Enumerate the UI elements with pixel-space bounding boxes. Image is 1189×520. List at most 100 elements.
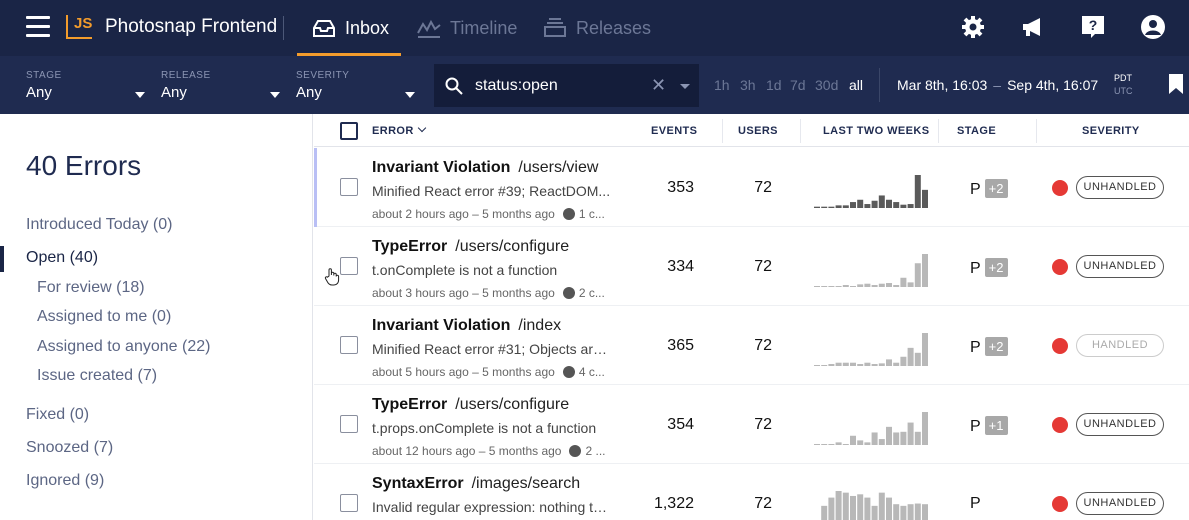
menu-icon[interactable] [26,16,50,38]
severity-dot [1052,180,1068,196]
search-icon [445,77,463,95]
stage-value: P [970,418,981,435]
trend-bar [814,286,820,287]
tab-label: Inbox [345,17,390,38]
column-stage[interactable]: STAGE [957,125,996,137]
table-row[interactable]: Invariant Violation/index Minified React … [314,306,1189,385]
trend-bar [914,503,921,520]
release-filter[interactable]: RELEASE Any [161,70,281,101]
table-row[interactable]: Invariant Violation/users/view Minified R… [314,148,1189,227]
tab-timeline[interactable]: Timeline [416,0,517,56]
severity-filter[interactable]: SEVERITY Any [296,70,416,101]
trend-sparkline [814,175,928,208]
time-range-30d[interactable]: 30d [815,77,838,93]
date-range[interactable]: Mar 8th, 16:03– Sep 4th, 16:07 [897,77,1098,93]
trend-bar [878,283,885,287]
error-title[interactable]: TypeError/users/configure [372,396,569,414]
error-title[interactable]: Invariant Violation/index [372,317,561,335]
column-error[interactable]: ERROR [372,123,426,137]
trend-bar [886,426,892,445]
divider [800,119,801,143]
trend-bar [871,200,878,208]
trend-bar [821,505,828,520]
tab-releases[interactable]: Releases [542,0,651,56]
trend-bar [871,432,878,445]
sidebar-item-issue-created[interactable]: Issue created (7) [37,367,157,385]
timezone-utc[interactable]: UTC [1114,85,1133,98]
search-input[interactable]: status:open ✕ [434,64,699,107]
error-context: /images/search [471,475,581,492]
bookmark-icon[interactable] [1169,74,1183,94]
time-range-1h[interactable]: 1h [714,77,730,93]
row-checkbox[interactable] [340,257,358,275]
column-users[interactable]: USERS [738,125,778,137]
sidebar-item-introduced-today[interactable]: Introduced Today (0) [26,216,172,234]
trend-bar [864,362,871,366]
tab-inbox[interactable]: Inbox [297,0,401,56]
megaphone-icon[interactable] [1020,14,1046,40]
timezone-toggle[interactable]: PDT UTC [1114,72,1133,98]
error-context: /users/configure [455,238,570,255]
error-time: about 5 hours ago – 5 months ago [372,365,555,379]
row-checkbox[interactable] [340,494,358,512]
trend-bar [821,365,828,366]
row-checkbox[interactable] [340,178,358,196]
trend-bar [922,333,928,366]
table-row[interactable]: SyntaxError/images/search Invalid regular… [314,464,1189,520]
select-all-checkbox[interactable] [340,122,358,140]
trend-bar [907,282,914,287]
filter-value: Any [26,84,52,101]
trend-bar [871,364,878,366]
time-range-all[interactable]: all [849,77,863,93]
trend-bar [871,285,878,287]
error-title[interactable]: SyntaxError/images/search [372,475,580,493]
trend-bar [864,442,871,445]
error-time: about 3 hours ago – 5 months ago [372,286,555,300]
time-range-1d[interactable]: 1d [766,77,782,93]
trend-bar [857,284,864,287]
filter-label: STAGE [26,70,62,81]
top-bar: JS Photosnap Frontend Inbox Timeline Rel… [0,0,1189,56]
trend-bar [842,444,849,445]
users-short: 4 c... [578,365,605,379]
trend-bar [878,363,885,366]
user-icon[interactable] [1140,14,1166,40]
time-range-3h[interactable]: 3h [740,77,756,93]
trend-bar [850,495,856,520]
column-severity[interactable]: SEVERITY [1082,125,1140,137]
error-title[interactable]: TypeError/users/configure [372,238,569,256]
gear-icon[interactable] [960,14,986,40]
filter-value: Any [296,84,322,101]
help-icon[interactable]: ? [1080,14,1106,40]
sidebar-item-assigned-to-anyone[interactable]: Assigned to anyone (22) [37,338,210,356]
column-events[interactable]: EVENTS [651,125,697,137]
trend-sparkline [814,254,928,287]
error-message: t.onComplete is not a function [372,262,558,278]
divider [1036,119,1037,143]
sidebar-item-ignored[interactable]: Ignored (9) [26,472,104,490]
close-icon[interactable]: ✕ [651,75,666,96]
error-type: SyntaxError [372,475,464,492]
sidebar-item-for-review[interactable]: For review (18) [37,279,145,297]
users-short: 2 ... [585,444,606,458]
time-range-7d[interactable]: 7d [790,77,806,93]
error-title[interactable]: Invariant Violation/users/view [372,159,598,177]
sidebar-item-open[interactable]: Open (40) [0,246,98,272]
trend-bar [893,285,900,287]
row-checkbox[interactable] [340,336,358,354]
row-checkbox[interactable] [340,415,358,433]
trend-bar [857,440,864,445]
project-name[interactable]: Photosnap Frontend [105,16,277,38]
timezone-pdt[interactable]: PDT [1114,72,1133,85]
trend-bar [814,444,820,445]
stage-filter[interactable]: STAGE Any [26,70,146,101]
table-row[interactable]: TypeError/users/configure t.onComplete is… [314,227,1189,306]
sidebar-item-snoozed[interactable]: Snoozed (7) [26,439,113,457]
sidebar: 40 Errors Introduced Today (0) Open (40)… [0,114,313,520]
sidebar-item-assigned-to-me[interactable]: Assigned to me (0) [37,308,171,326]
chevron-down-icon[interactable] [680,84,690,89]
sidebar-item-fixed[interactable]: Fixed (0) [26,406,89,424]
trend-bar [828,206,835,208]
table-row[interactable]: TypeError/users/configure t.props.onCompl… [314,385,1189,464]
trend-bar [828,364,835,366]
